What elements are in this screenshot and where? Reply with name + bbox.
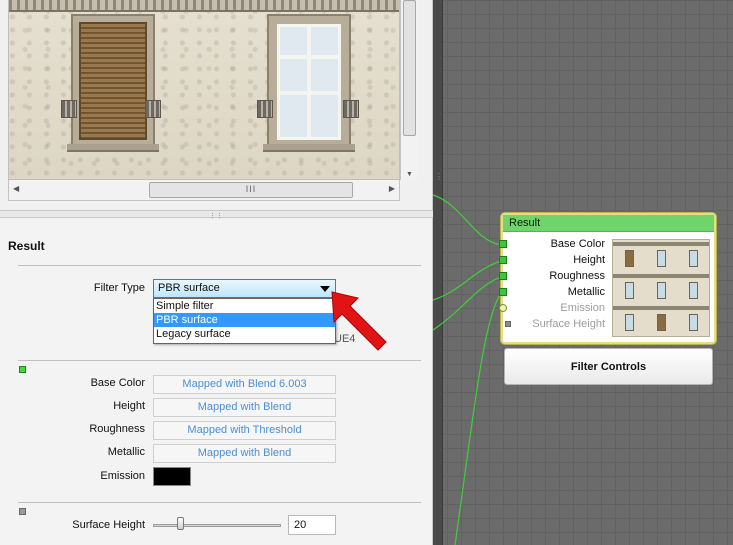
port-pin-icon[interactable] (499, 272, 507, 280)
preview-balcony-bracket (61, 100, 77, 118)
vertical-scroll-thumb[interactable] (403, 0, 416, 136)
result-node-ports: Base Color Height Roughness Metallic Emi… (499, 236, 609, 332)
preview-cornice (9, 0, 399, 12)
red-arrow-annotation-icon (331, 291, 387, 351)
height-mapping-field[interactable]: Mapped with Blend (153, 398, 336, 417)
port-pin-disabled-icon[interactable] (505, 321, 511, 327)
metallic-mapping-field[interactable]: Mapped with Blend (153, 444, 336, 463)
divider (18, 502, 421, 503)
scroll-right-arrow-icon[interactable]: ▶ (389, 184, 395, 193)
port-label: Surface Height (532, 318, 605, 330)
result-node-thumbnail (612, 239, 710, 337)
scroll-left-arrow-icon[interactable]: ◀ (13, 184, 19, 193)
dropdown-option-pbr-surface[interactable]: PBR surface (154, 313, 335, 327)
port-emission[interactable]: Emission (499, 300, 609, 316)
preview-balcony-bracket (257, 100, 273, 118)
filter-type-label: Filter Type (93, 282, 145, 294)
result-node-title[interactable]: Result (503, 215, 714, 232)
preview-vertical-scrollbar[interactable]: ▼ (400, 0, 418, 180)
preview-horizontal-scrollbar[interactable]: ◀ III ▶ (8, 180, 400, 201)
section-toggle-green-icon[interactable] (19, 366, 26, 373)
scroll-down-arrow-icon[interactable]: ▼ (401, 171, 418, 178)
texture-preview[interactable] (8, 0, 400, 180)
panel-splitter[interactable]: ⋮⋮ (0, 210, 433, 220)
emission-label: Emission (100, 470, 145, 482)
roughness-label: Roughness (89, 423, 145, 435)
surface-height-slider-thumb[interactable] (177, 517, 184, 530)
port-pin-icon[interactable] (499, 256, 507, 264)
port-pin-icon[interactable] (499, 288, 507, 296)
port-surface-height[interactable]: Surface Height (503, 316, 609, 332)
port-pin-ring-icon[interactable] (499, 304, 507, 312)
surface-height-slider-track[interactable] (153, 524, 281, 527)
emission-color-swatch[interactable] (153, 467, 191, 486)
scroll-grip-icon: III (245, 184, 257, 194)
port-label: Roughness (549, 270, 605, 282)
filter-type-select[interactable]: PBR surface (153, 279, 336, 298)
preview-balcony-bracket (343, 100, 359, 118)
preview-sill (263, 144, 355, 152)
port-metallic[interactable]: Metallic (499, 284, 609, 300)
port-base-color[interactable]: Base Color (499, 236, 609, 252)
port-label: Emission (560, 302, 605, 314)
properties-panel: ▼ ◀ III ▶ ⋮⋮ Result Filter Type PBR surf… (0, 0, 433, 545)
divider (18, 360, 421, 361)
port-height[interactable]: Height (499, 252, 609, 268)
metallic-label: Metallic (107, 446, 145, 458)
port-label: Base Color (550, 238, 605, 250)
surface-height-input[interactable]: 20 (288, 515, 336, 535)
filter-controls-button[interactable]: Filter Controls (504, 348, 713, 385)
dropdown-option-legacy-surface[interactable]: Legacy surface (154, 327, 335, 341)
port-label: Height (573, 254, 605, 266)
base-color-label: Base Color (90, 377, 145, 389)
height-label: Height (113, 400, 145, 412)
base-color-mapping-field[interactable]: Mapped with Blend 6.003 (153, 375, 336, 394)
horizontal-scroll-thumb[interactable]: III (149, 182, 353, 198)
preview-glass-window (277, 24, 341, 140)
filter-type-dropdown-list: Simple filter PBR surface Legacy surface (153, 298, 336, 344)
section-title: Result (8, 239, 45, 253)
divider (18, 265, 421, 266)
result-node[interactable]: Result Base Color Height Roughness Metal… (499, 213, 716, 344)
section-toggle-gray-icon[interactable] (19, 508, 26, 515)
port-roughness[interactable]: Roughness (499, 268, 609, 284)
preview-sill (67, 144, 159, 152)
preview-balcony-bracket (145, 100, 161, 118)
dropdown-option-simple-filter[interactable]: Simple filter (154, 299, 335, 313)
port-pin-icon[interactable] (499, 240, 507, 248)
roughness-mapping-field[interactable]: Mapped with Threshold (153, 421, 336, 440)
result-properties: Result Filter Type PBR surface Simple fi… (0, 219, 432, 545)
surface-height-label: Surface Height (72, 519, 145, 531)
port-label: Metallic (567, 286, 605, 298)
filter-type-value: PBR surface (158, 282, 220, 294)
preview-shutter (79, 22, 147, 140)
